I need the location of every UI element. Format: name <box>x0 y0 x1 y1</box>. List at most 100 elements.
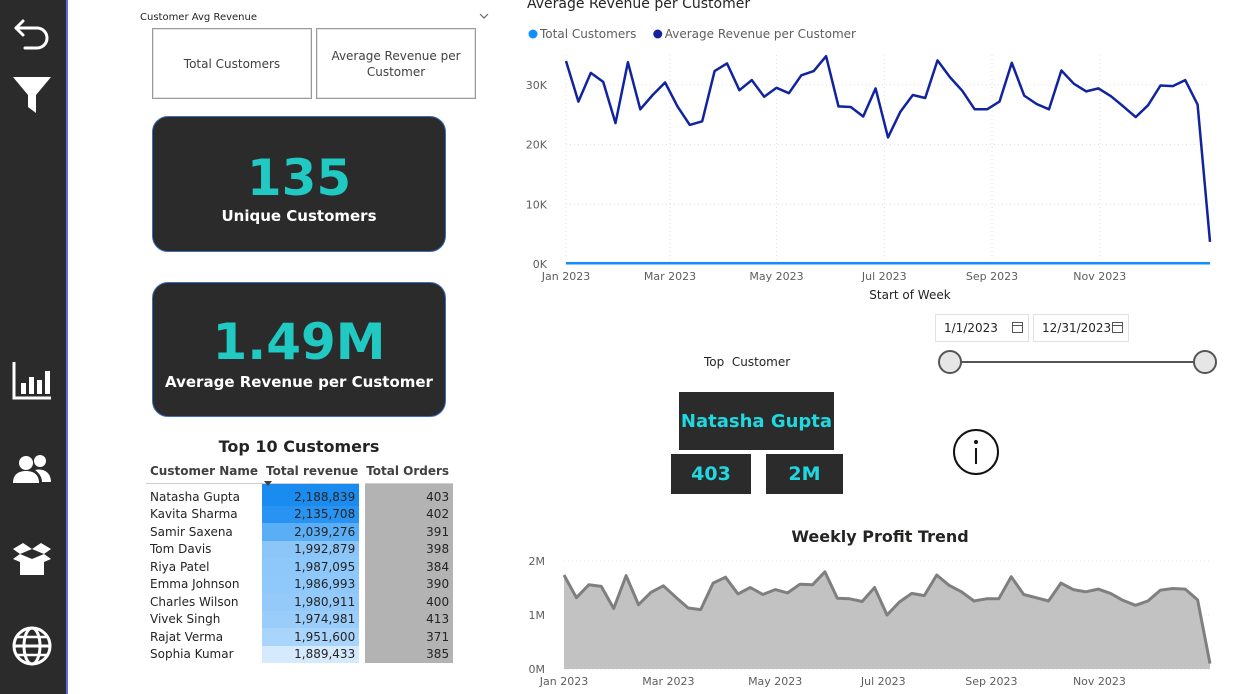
customer-name-cell: Samir Saxena <box>150 524 233 539</box>
chevron-down-icon[interactable] <box>478 10 490 22</box>
legend-label: Average Revenue per Customer <box>665 27 856 41</box>
table-row[interactable]: Samir Saxena 2,039,276 391 <box>146 523 454 541</box>
x-tick-label: Nov 2023 <box>1073 270 1126 283</box>
y-tick-label: 30K <box>526 79 548 92</box>
x-tick-label: Jan 2023 <box>539 675 588 688</box>
box-icon[interactable] <box>8 536 56 584</box>
legend-item[interactable]: Average Revenue per Customer <box>653 27 856 41</box>
total-orders-cell: 391 <box>359 523 454 541</box>
customer-name-cell: Rajat Verma <box>150 629 224 644</box>
total-orders-cell: 413 <box>359 610 454 628</box>
total-orders-cell: 390 <box>359 575 454 593</box>
bar-chart-icon[interactable] <box>8 356 56 404</box>
start-date-input[interactable]: 1/1/2023 <box>935 314 1029 342</box>
avg-revenue-value: 1.49M <box>212 313 386 371</box>
end-date-input[interactable]: 12/31/2023 <box>1033 314 1129 342</box>
table-row[interactable]: Vivek Singh 1,974,981 413 <box>146 610 454 628</box>
table-row[interactable]: Charles Wilson 1,980,911 400 <box>146 593 454 611</box>
slicer-title: Customer Avg Revenue <box>140 12 258 23</box>
line-chart-title: Average Revenue per Customer <box>527 0 751 12</box>
customer-name-cell: Vivek Singh <box>150 612 221 627</box>
avg-revenue-line-chart[interactable]: Total Customers Average Revenue per Custo… <box>520 22 1220 307</box>
back-icon[interactable] <box>8 10 56 58</box>
area-chart-title: Weekly Profit Trend <box>791 527 969 546</box>
x-tick-label: Nov 2023 <box>1073 675 1126 688</box>
total-revenue-cell: 1,980,911 <box>262 593 363 611</box>
x-tick-label: Mar 2023 <box>644 270 696 283</box>
top10-table: Customer Name Total revenue Total Orders… <box>146 460 454 663</box>
x-axis-label: Start of Week <box>869 288 950 302</box>
date-range-slider[interactable] <box>935 347 1220 377</box>
total-orders-cell: 402 <box>359 505 454 523</box>
table-row[interactable]: Kavita Sharma 2,135,708 402 <box>146 505 454 523</box>
sidebar-nav <box>0 0 68 694</box>
avg-revenue-card: 1.49M Average Revenue per Customer <box>152 282 446 417</box>
total-orders-cell: 371 <box>359 628 454 646</box>
users-icon[interactable] <box>8 446 56 494</box>
customer-name-cell: Tom Davis <box>150 542 212 557</box>
top10-title: Top 10 Customers <box>218 437 380 456</box>
column-header-total-revenue[interactable]: Total revenue <box>262 460 363 486</box>
customer-name-cell: Sophia Kumar <box>150 647 234 662</box>
total-orders-cell: 385 <box>359 645 454 663</box>
unique-customers-value: 135 <box>246 149 352 207</box>
legend-item[interactable]: Total Customers <box>528 27 637 41</box>
slicer-option-avg-revenue[interactable]: Average Revenue per Customer <box>316 28 476 99</box>
x-tick-label: Sep 2023 <box>966 270 1018 283</box>
customer-name-cell: Emma Johnson <box>150 577 240 592</box>
total-orders-cell: 403 <box>359 483 454 506</box>
slider-handle-end[interactable] <box>1193 350 1217 374</box>
total-orders-cell: 400 <box>359 593 454 611</box>
table-row[interactable]: Rajat Verma 1,951,600 371 <box>146 628 454 646</box>
legend-label: Total Customers <box>539 27 636 41</box>
x-tick-label: Sep 2023 <box>965 675 1017 688</box>
unique-customers-card: 135 Unique Customers <box>152 116 446 252</box>
calendar-icon <box>1112 322 1123 333</box>
x-tick-label: May 2023 <box>749 270 803 283</box>
total-orders-cell: 384 <box>359 558 454 576</box>
globe-icon[interactable] <box>8 622 56 670</box>
legend-marker <box>528 29 538 39</box>
total-revenue-cell: 1,987,095 <box>262 558 363 576</box>
total-revenue-cell: 2,188,839 <box>262 483 363 506</box>
x-tick-label: Jul 2023 <box>860 675 906 688</box>
total-revenue-cell: 2,135,708 <box>262 505 363 523</box>
table-row[interactable]: Riya Patel 1,987,095 384 <box>146 558 454 576</box>
slicer-option-total-customers[interactable]: Total Customers <box>152 28 312 99</box>
filter-icon[interactable] <box>8 70 56 118</box>
info-icon[interactable] <box>952 428 1000 476</box>
series-line-avg-revenue[interactable] <box>564 54 1212 243</box>
customer-name-cell: Natasha Gupta <box>150 489 240 504</box>
calendar-icon <box>1012 322 1023 333</box>
customer-name-cell: Riya Patel <box>150 559 210 574</box>
x-tick-label: Mar 2023 <box>642 675 694 688</box>
weekly-profit-area-chart[interactable]: 0M1M2MJan 2023 Mar 2023 May 2023 Jul 2023 Se… <box>520 548 1220 694</box>
total-revenue-cell: 1,992,879 <box>262 540 363 558</box>
column-header-total-orders[interactable]: Total Orders <box>362 460 454 484</box>
table-row[interactable]: Sophia Kumar 1,889,433 385 <box>146 645 454 663</box>
x-tick-label: May 2023 <box>748 675 802 688</box>
y-tick-label: 10K <box>526 198 548 211</box>
column-header-customer-name[interactable]: Customer Name <box>146 460 262 484</box>
total-orders-cell: 398 <box>359 540 454 558</box>
legend-marker <box>653 29 663 39</box>
top-customer-label: Top Customer <box>704 355 791 369</box>
x-tick-label: Jan 2023 <box>541 270 590 283</box>
x-tick-label: Jul 2023 <box>861 270 907 283</box>
customer-name-cell: Charles Wilson <box>150 594 239 609</box>
total-revenue-cell: 1,951,600 <box>262 628 363 646</box>
top-customer-name: Natasha Gupta <box>679 392 834 450</box>
table-row[interactable]: Tom Davis 1,992,879 398 <box>146 540 454 558</box>
total-revenue-cell: 1,986,993 <box>262 575 363 593</box>
table-row[interactable]: Emma Johnson 1,986,993 390 <box>146 575 454 593</box>
total-revenue-cell: 2,039,276 <box>262 523 363 541</box>
slider-handle-start[interactable] <box>938 350 962 374</box>
y-tick-label: 2M <box>529 555 546 568</box>
total-revenue-cell: 1,889,433 <box>262 645 363 663</box>
y-tick-label: 20K <box>526 139 548 152</box>
unique-customers-label: Unique Customers <box>221 207 377 225</box>
table-row[interactable]: Natasha Gupta 2,188,839 403 <box>146 483 454 506</box>
total-revenue-cell: 1,974,981 <box>262 610 363 628</box>
top-customer-revenue: 2M <box>766 454 843 494</box>
avg-revenue-label: Average Revenue per Customer <box>165 373 433 391</box>
